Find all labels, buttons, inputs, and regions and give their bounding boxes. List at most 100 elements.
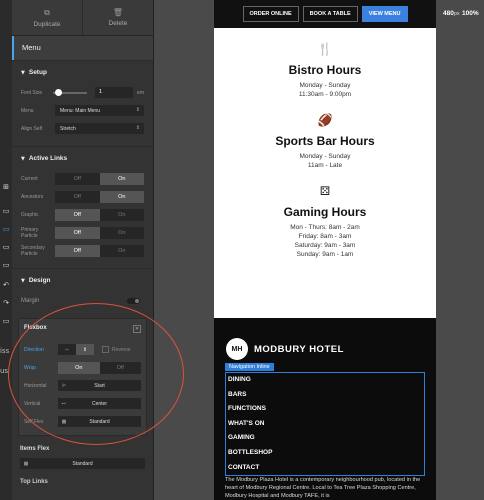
menu-icon[interactable]: ▭ [0, 224, 12, 233]
design-header[interactable]: ▼ Design [21, 277, 144, 284]
view-menu-button[interactable]: VIEW MENU [361, 6, 408, 22]
order-online-button[interactable]: ORDER ONLINE [242, 6, 299, 22]
reverse-checkbox[interactable] [102, 346, 109, 353]
nav-item-bottleshop[interactable]: BOTTLESHOP [226, 446, 424, 461]
align-self-select[interactable]: Stretch ⇕ [55, 123, 144, 134]
flexbox-group: Flexbox ✕ Direction ⇔ ⇕ Reverse Wrap On … [18, 318, 147, 436]
font-size-label: Font Size [21, 89, 43, 96]
nav-item-dining[interactable]: DINING [226, 373, 424, 388]
active-links-title: Active Links [28, 155, 68, 162]
delete-button[interactable]: 🗑 Delete [83, 0, 153, 35]
block-icon[interactable]: ▭ [0, 242, 12, 251]
nav-item-bars[interactable]: BARS [226, 388, 424, 403]
margin-row: Margin [21, 292, 144, 309]
primary-particle-toggle[interactable]: Off On [55, 226, 145, 239]
layout-icon[interactable]: ⊞ [0, 182, 12, 191]
toggle-off[interactable]: Off [55, 173, 100, 185]
wrap-off[interactable]: Off [100, 362, 142, 374]
footer-text: The Modbury Plaza Hotel is a contemporar… [225, 477, 421, 499]
nav-item-contact[interactable]: CONTACT [226, 461, 424, 476]
top-links-title[interactable]: Top Links [12, 473, 153, 491]
self-flex-select[interactable]: ■ Standard [58, 416, 141, 427]
toggle-off[interactable]: Off [55, 208, 100, 221]
toggle-off[interactable]: Off [55, 191, 100, 203]
horizontal-select[interactable]: ⊫ Start [58, 380, 141, 391]
nav-item-whats-on[interactable]: WHAT'S ON [226, 417, 424, 432]
direction-toggle[interactable]: ⇔ ⇕ [58, 344, 94, 355]
toggle-off[interactable]: Off [55, 226, 100, 239]
wrap-toggle[interactable]: On Off [58, 361, 142, 374]
ancestors-toggle[interactable]: Off On [55, 190, 144, 203]
football-icon: 🏈 [317, 113, 333, 127]
caret-down-icon: ▼ [21, 69, 25, 76]
utensils-icon: 🍴 [317, 42, 333, 56]
direction-column-icon[interactable]: ⇕ [76, 344, 94, 355]
nav-inline[interactable]: DINING BARS FUNCTIONS WHAT'S ON GAMING B… [225, 372, 425, 476]
viewport-width-unit: px [453, 11, 460, 17]
duplicate-icon: ⧉ [44, 7, 50, 17]
duplicate-button[interactable]: ⧉ Duplicate [12, 0, 83, 35]
gaming-hours-title: Gaming Hours [283, 205, 367, 219]
row-icon[interactable]: ▭ [0, 260, 12, 269]
align-self-label: Align Self [21, 125, 43, 132]
secondary-particle-toggle[interactable]: Off On [55, 244, 145, 257]
menu-select-value: Menu: Main Menu [60, 107, 101, 114]
toggle-on[interactable]: On [100, 245, 145, 257]
square-icon: ■ [23, 460, 29, 467]
nav-item-gaming[interactable]: GAMING [226, 431, 424, 446]
toggle-on[interactable]: On [100, 209, 145, 221]
toggle-off[interactable]: Off [55, 244, 100, 257]
trash-icon: 🗑 [112, 8, 124, 17]
panel-toolbar: ⧉ Duplicate 🗑 Delete [12, 0, 153, 36]
undo-icon[interactable]: ↶ [0, 280, 12, 289]
site-footer: MH MODBURY HOTEL Navigation Inline DININ… [214, 318, 436, 500]
wrap-row: Wrap On Off [24, 359, 141, 376]
ancestors-row: Ancestors Off On [21, 188, 144, 205]
toggle-on[interactable]: On [100, 227, 145, 239]
book-table-button[interactable]: BOOK A TABLE [302, 6, 358, 22]
logo[interactable]: MH MODBURY HOTEL [226, 338, 436, 360]
self-flex-label: Self Flex [24, 418, 44, 425]
active-links-header[interactable]: ▼ Active Links [21, 155, 144, 162]
toggle-on[interactable]: On [99, 172, 144, 185]
caret-down-icon: ▼ [21, 277, 25, 284]
hours-line: 11am - Late [307, 162, 343, 169]
setup-header[interactable]: ▼ Setup [21, 69, 144, 76]
flexbox-title: Flexbox [24, 325, 47, 331]
menu-row: Menu Menu: Main Menu ⇕ [21, 102, 144, 119]
dice-icon: ⚄ [319, 184, 331, 198]
flexbox-header: Flexbox ✕ [24, 325, 141, 333]
close-icon[interactable]: ✕ [133, 325, 141, 333]
vertical-select[interactable]: ⊷ Center [58, 398, 141, 409]
nav-item-functions[interactable]: FUNCTIONS [226, 402, 424, 417]
font-size-input[interactable]: 1 [95, 87, 134, 98]
nav-inline-tag[interactable]: Navigation Inline [225, 363, 274, 371]
wrap-on[interactable]: On [58, 361, 100, 374]
section-icon[interactable]: ▭ [0, 206, 12, 215]
align-self-row: Align Self Stretch ⇕ [21, 120, 144, 137]
font-size-unit[interactable]: em [137, 90, 144, 96]
toggle-on[interactable]: On [99, 190, 144, 203]
font-size-slider[interactable]: 1 em [53, 87, 144, 99]
viewport-width-value: 480 [443, 10, 454, 17]
slider-track[interactable] [53, 88, 88, 96]
device-icon[interactable]: ▭ [0, 316, 12, 325]
current-toggle[interactable]: Off On [55, 172, 144, 185]
vertical-row: Vertical ⊷ Center [24, 395, 141, 412]
direction-row-icon[interactable]: ⇔ [58, 344, 76, 355]
viewport-width[interactable]: 480px [443, 10, 460, 17]
items-flex-select[interactable]: ■ Standard [20, 458, 145, 469]
menu-label: Menu [21, 107, 34, 114]
zoom-level[interactable]: 100% [462, 10, 479, 17]
menu-select[interactable]: Menu: Main Menu ⇕ [55, 105, 144, 116]
hours-line: Mon - Thurs: 8am - 2am [290, 224, 360, 231]
graphic-toggle[interactable]: Off On [55, 208, 145, 221]
margin-switch[interactable] [127, 297, 140, 304]
settings-panel: ⧉ Duplicate 🗑 Delete Menu ▼ Setup Font S… [12, 0, 154, 500]
wrap-label: Wrap [24, 364, 36, 371]
redo-icon[interactable]: ↷ [0, 298, 12, 307]
panel-title: Menu [12, 36, 153, 60]
secondary-particle-label: Secondary Particle [21, 244, 45, 257]
left-gutter: ⊞ ▭ ▭ ▭ ▭ ↶ ↷ ▭ iss us [0, 0, 12, 500]
slider-knob[interactable] [55, 88, 63, 96]
